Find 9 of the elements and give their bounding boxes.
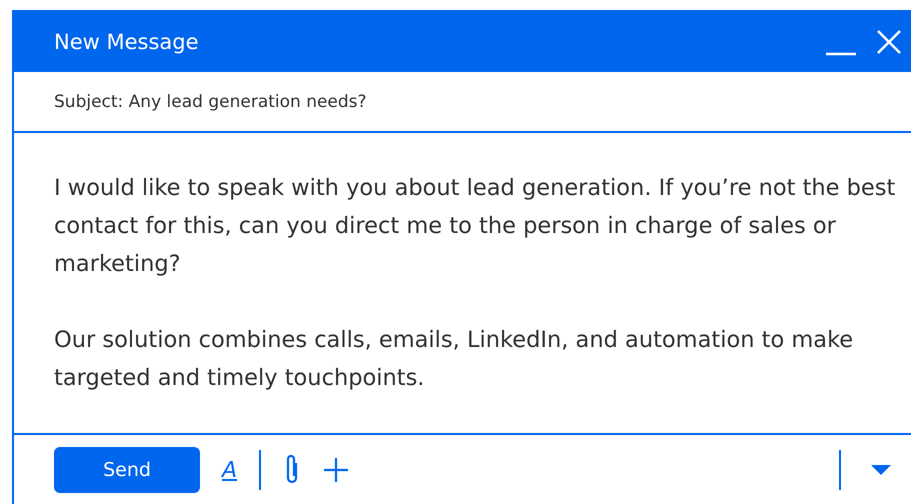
- caret-icon[interactable]: [871, 464, 891, 476]
- message-paragraph: I would like to speak with you about lead generation. If you’re not the best contact for this, can you direct me to the person in charge of sales or marketing?: [54, 174, 896, 279]
- message-paragraph: Our solution combines calls, emails, LinkedIn, and automation to make targeted and timely touchpoints.: [54, 326, 854, 393]
- close-icon[interactable]: [876, 29, 902, 55]
- subject-line[interactable]: Subject: Any lead generation needs?: [54, 92, 367, 112]
- window-title: New Message: [54, 30, 200, 54]
- plus-icon[interactable]: [323, 457, 350, 483]
- send-button[interactable]: Send: [54, 447, 200, 493]
- formatting-button[interactable]: A: [222, 458, 238, 482]
